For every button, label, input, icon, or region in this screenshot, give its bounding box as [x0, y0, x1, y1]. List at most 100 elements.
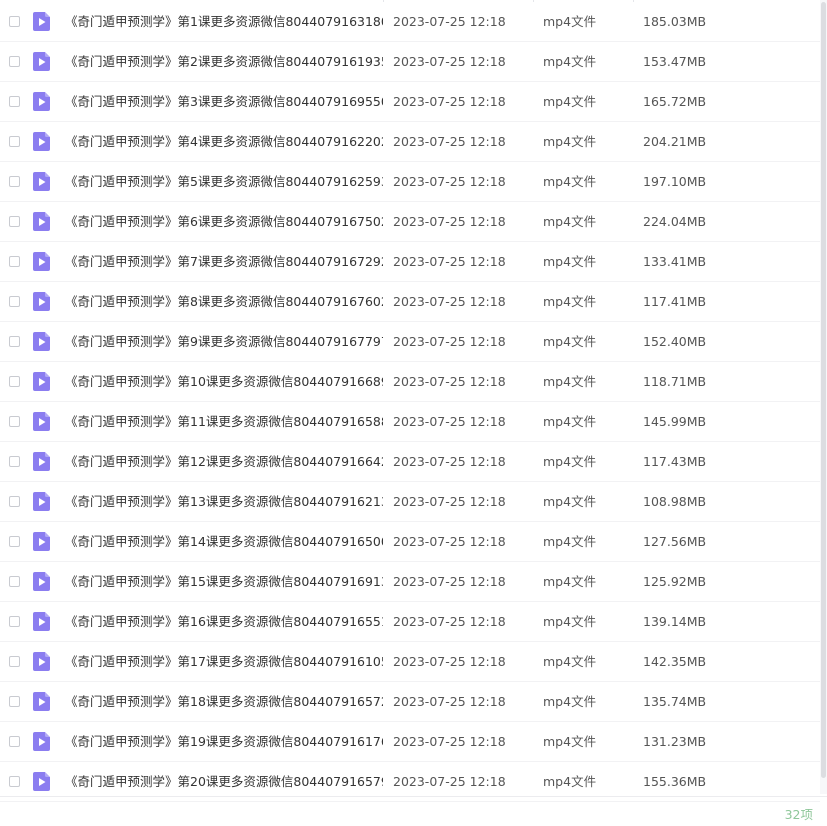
file-modified-time: 2023-07-25 12:18: [393, 374, 506, 389]
file-size: 118.71MB: [643, 374, 707, 389]
row-checkbox[interactable]: [9, 296, 20, 307]
file-type: mp4文件: [543, 94, 597, 109]
file-name[interactable]: 《奇门遁甲预测学》第2课更多资源微信8044079161935...: [65, 54, 383, 70]
file-name[interactable]: 《奇门遁甲预测学》第15课更多资源微信804407916913...: [65, 574, 383, 590]
video-file-icon: [33, 252, 50, 271]
file-size: 117.41MB: [643, 294, 707, 309]
file-name[interactable]: 《奇门遁甲预测学》第1课更多资源微信8044079163180...: [65, 14, 383, 30]
scrollbar-thumb[interactable]: [821, 2, 826, 778]
file-type: mp4文件: [543, 774, 597, 789]
file-row[interactable]: 《奇门遁甲预测学》第1课更多资源微信8044079163180... 2023-0…: [0, 2, 820, 42]
file-size: 197.10MB: [643, 174, 707, 189]
file-row[interactable]: 《奇门遁甲预测学》第6课更多资源微信8044079167502... 2023-0…: [0, 202, 820, 242]
file-type: mp4文件: [543, 214, 597, 229]
row-checkbox[interactable]: [9, 576, 20, 587]
list-footer: 32项: [0, 796, 827, 826]
file-modified-time: 2023-07-25 12:18: [393, 334, 506, 349]
file-name[interactable]: 《奇门遁甲预测学》第3课更多资源微信8044079169550...: [65, 94, 383, 110]
file-name[interactable]: 《奇门遁甲预测学》第7课更多资源微信8044079167292...: [65, 254, 383, 270]
video-file-icon: [33, 652, 50, 671]
row-checkbox[interactable]: [9, 776, 20, 787]
file-size: 204.21MB: [643, 134, 707, 149]
video-file-icon: [33, 772, 50, 791]
file-name[interactable]: 《奇门遁甲预测学》第10课更多资源微信804407916689...: [65, 374, 383, 390]
file-row[interactable]: 《奇门遁甲预测学》第3课更多资源微信8044079169550... 2023-0…: [0, 82, 820, 122]
file-name[interactable]: 《奇门遁甲预测学》第16课更多资源微信804407916551...: [65, 614, 383, 630]
row-checkbox[interactable]: [9, 616, 20, 627]
row-checkbox[interactable]: [9, 736, 20, 747]
file-modified-time: 2023-07-25 12:18: [393, 254, 506, 269]
file-size: 152.40MB: [643, 334, 707, 349]
file-type: mp4文件: [543, 494, 597, 509]
file-row[interactable]: 《奇门遁甲预测学》第8课更多资源微信8044079167602... 2023-0…: [0, 282, 820, 322]
video-file-icon: [33, 532, 50, 551]
file-row[interactable]: 《奇门遁甲预测学》第11课更多资源微信804407916588... 2023-0…: [0, 402, 820, 442]
row-checkbox[interactable]: [9, 376, 20, 387]
file-modified-time: 2023-07-25 12:18: [393, 614, 506, 629]
file-row[interactable]: 《奇门遁甲预测学》第17课更多资源微信804407916105... 2023-0…: [0, 642, 820, 682]
file-row[interactable]: 《奇门遁甲预测学》第2课更多资源微信8044079161935... 2023-0…: [0, 42, 820, 82]
file-list: 《奇门遁甲预测学》第1课更多资源微信8044079163180... 2023-0…: [0, 2, 820, 802]
file-size: 224.04MB: [643, 214, 707, 229]
video-file-icon: [33, 492, 50, 511]
file-size: 108.98MB: [643, 494, 707, 509]
file-size: 133.41MB: [643, 254, 707, 269]
file-type: mp4文件: [543, 574, 597, 589]
file-row[interactable]: 《奇门遁甲预测学》第18课更多资源微信804407916572... 2023-0…: [0, 682, 820, 722]
row-checkbox[interactable]: [9, 256, 20, 267]
row-checkbox[interactable]: [9, 16, 20, 27]
file-name[interactable]: 《奇门遁甲预测学》第14课更多资源微信804407916500...: [65, 534, 383, 550]
file-row[interactable]: 《奇门遁甲预测学》第16课更多资源微信804407916551... 2023-0…: [0, 602, 820, 642]
row-checkbox[interactable]: [9, 136, 20, 147]
file-modified-time: 2023-07-25 12:18: [393, 494, 506, 509]
file-name[interactable]: 《奇门遁甲预测学》第11课更多资源微信804407916588...: [65, 414, 383, 430]
video-file-icon: [33, 332, 50, 351]
row-checkbox[interactable]: [9, 176, 20, 187]
row-checkbox[interactable]: [9, 216, 20, 227]
file-type: mp4文件: [543, 654, 597, 669]
row-checkbox[interactable]: [9, 496, 20, 507]
vertical-scrollbar[interactable]: [820, 0, 827, 794]
file-name[interactable]: 《奇门遁甲预测学》第18课更多资源微信804407916572...: [65, 694, 383, 710]
file-name[interactable]: 《奇门遁甲预测学》第17课更多资源微信804407916105...: [65, 654, 383, 670]
file-type: mp4文件: [543, 54, 597, 69]
row-checkbox[interactable]: [9, 656, 20, 667]
video-file-icon: [33, 12, 50, 31]
file-name[interactable]: 《奇门遁甲预测学》第20课更多资源微信804407916579...: [65, 774, 383, 790]
file-row[interactable]: 《奇门遁甲预测学》第4课更多资源微信8044079162202... 2023-0…: [0, 122, 820, 162]
file-row[interactable]: 《奇门遁甲预测学》第5课更多资源微信8044079162593... 2023-0…: [0, 162, 820, 202]
file-size: 142.35MB: [643, 654, 707, 669]
file-row[interactable]: 《奇门遁甲预测学》第13课更多资源微信804407916213... 2023-0…: [0, 482, 820, 522]
file-name[interactable]: 《奇门遁甲预测学》第8课更多资源微信8044079167602...: [65, 294, 383, 310]
row-checkbox[interactable]: [9, 56, 20, 67]
row-checkbox[interactable]: [9, 696, 20, 707]
file-row[interactable]: 《奇门遁甲预测学》第15课更多资源微信804407916913... 2023-0…: [0, 562, 820, 602]
file-size: 125.92MB: [643, 574, 707, 589]
file-modified-time: 2023-07-25 12:18: [393, 214, 506, 229]
file-type: mp4文件: [543, 294, 597, 309]
file-name[interactable]: 《奇门遁甲预测学》第13课更多资源微信804407916213...: [65, 494, 383, 510]
file-type: mp4文件: [543, 134, 597, 149]
row-checkbox[interactable]: [9, 416, 20, 427]
file-row[interactable]: 《奇门遁甲预测学》第9课更多资源微信8044079167797... 2023-0…: [0, 322, 820, 362]
file-name[interactable]: 《奇门遁甲预测学》第9课更多资源微信8044079167797...: [65, 334, 383, 350]
file-row[interactable]: 《奇门遁甲预测学》第12课更多资源微信804407916642... 2023-0…: [0, 442, 820, 482]
row-checkbox[interactable]: [9, 96, 20, 107]
file-row[interactable]: 《奇门遁甲预测学》第10课更多资源微信804407916689... 2023-0…: [0, 362, 820, 402]
file-modified-time: 2023-07-25 12:18: [393, 54, 506, 69]
file-name[interactable]: 《奇门遁甲预测学》第4课更多资源微信8044079162202...: [65, 134, 383, 150]
file-row[interactable]: 《奇门遁甲预测学》第19课更多资源微信804407916176... 2023-0…: [0, 722, 820, 762]
row-checkbox[interactable]: [9, 536, 20, 547]
file-name[interactable]: 《奇门遁甲预测学》第6课更多资源微信8044079167502...: [65, 214, 383, 230]
file-modified-time: 2023-07-25 12:18: [393, 534, 506, 549]
file-name[interactable]: 《奇门遁甲预测学》第5课更多资源微信8044079162593...: [65, 174, 383, 190]
row-checkbox[interactable]: [9, 456, 20, 467]
file-type: mp4文件: [543, 734, 597, 749]
file-size: 135.74MB: [643, 694, 707, 709]
row-checkbox[interactable]: [9, 336, 20, 347]
file-row[interactable]: 《奇门遁甲预测学》第14课更多资源微信804407916500... 2023-0…: [0, 522, 820, 562]
file-name[interactable]: 《奇门遁甲预测学》第12课更多资源微信804407916642...: [65, 454, 383, 470]
file-row[interactable]: 《奇门遁甲预测学》第7课更多资源微信8044079167292... 2023-0…: [0, 242, 820, 282]
file-type: mp4文件: [543, 334, 597, 349]
file-name[interactable]: 《奇门遁甲预测学》第19课更多资源微信804407916176...: [65, 734, 383, 750]
